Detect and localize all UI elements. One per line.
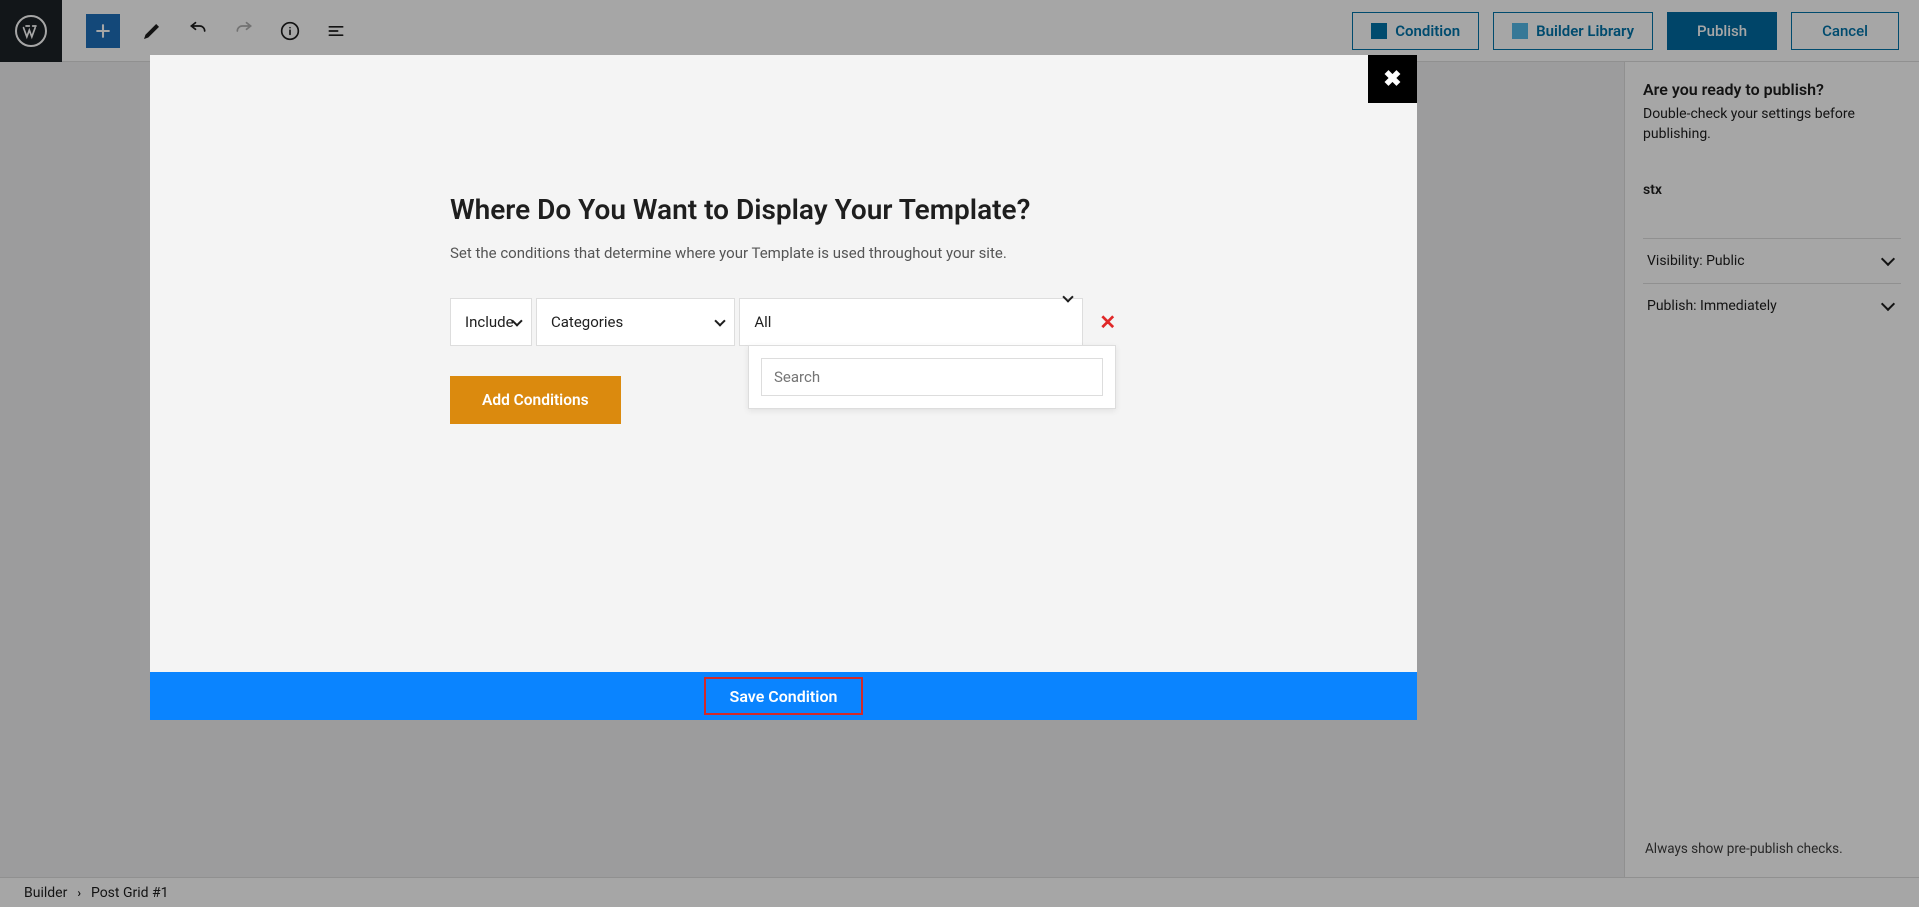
target-select[interactable]: All bbox=[739, 298, 1082, 346]
save-condition-button[interactable]: Save Condition bbox=[704, 677, 864, 715]
condition-row: Include Categories All ✕ bbox=[450, 298, 1117, 346]
x-icon: ✕ bbox=[1099, 310, 1116, 334]
modal-content: Where Do You Want to Display Your Templa… bbox=[150, 55, 1417, 424]
modal-subtitle: Set the conditions that determine where … bbox=[450, 244, 1117, 262]
target-dropdown bbox=[748, 345, 1116, 409]
category-select[interactable]: Categories bbox=[536, 298, 735, 346]
target-value: All bbox=[754, 313, 771, 331]
modal-title: Where Do You Want to Display Your Templa… bbox=[450, 193, 1117, 226]
add-conditions-button[interactable]: Add Conditions bbox=[450, 376, 621, 424]
remove-condition-button[interactable]: ✕ bbox=[1099, 312, 1117, 332]
chevron-down-icon bbox=[1062, 291, 1073, 302]
include-value: Include bbox=[465, 313, 514, 331]
condition-modal: ✖ Where Do You Want to Display Your Temp… bbox=[150, 55, 1417, 720]
category-value: Categories bbox=[551, 313, 623, 331]
dropdown-search-input[interactable] bbox=[761, 358, 1103, 396]
chevron-down-icon bbox=[715, 315, 726, 326]
include-select[interactable]: Include bbox=[450, 298, 532, 346]
modal-close-button[interactable]: ✖ bbox=[1368, 55, 1417, 103]
modal-save-bar: Save Condition bbox=[150, 672, 1417, 720]
close-icon: ✖ bbox=[1383, 67, 1401, 92]
